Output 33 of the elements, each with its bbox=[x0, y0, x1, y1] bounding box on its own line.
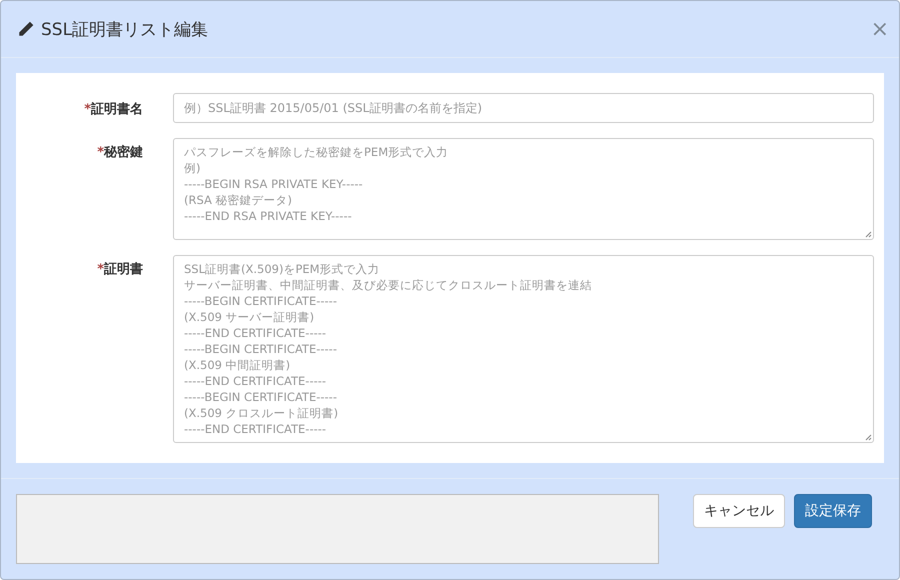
placeholder-text: -----END CERTIFICATE----- bbox=[184, 373, 326, 389]
cancel-button[interactable]: キャンセル bbox=[693, 494, 785, 528]
placeholder-text: SSL証明書(X.509)をPEM形式で入力 bbox=[184, 261, 380, 277]
placeholder-text: (X.509 サーバー証明書) bbox=[184, 309, 314, 325]
log-field[interactable] bbox=[16, 494, 659, 564]
placeholder-text: (X.509 中間証明書) bbox=[184, 357, 290, 373]
pencil-icon bbox=[17, 20, 35, 38]
field-label: 証明書 bbox=[104, 262, 143, 277]
dialog-title: SSL証明書リスト編集 bbox=[41, 18, 210, 40]
field-label: 証明書名 bbox=[91, 102, 143, 117]
save-button[interactable]: 設定保存 bbox=[794, 494, 872, 528]
placeholder-text: -----END CERTIFICATE----- bbox=[184, 325, 326, 341]
required-mark: * bbox=[84, 102, 91, 117]
placeholder-text: (X.509 クロスルート証明書) bbox=[184, 405, 338, 421]
placeholder-text: -----END CERTIFICATE----- bbox=[184, 421, 326, 437]
placeholder-text: 例) bbox=[184, 160, 200, 176]
placeholder-text: サーバー証明書、中間証明書、及び必要に応じてクロスルート証明書を連結 bbox=[184, 277, 592, 293]
resize-grip-icon[interactable] bbox=[865, 231, 872, 238]
placeholder-text: パスフレーズを解除した秘密鍵をPEM形式で入力 bbox=[184, 144, 448, 160]
field-label: 秘密鍵 bbox=[104, 145, 143, 160]
required-mark: * bbox=[97, 262, 104, 277]
close-button[interactable]: × bbox=[870, 16, 889, 42]
placeholder-text: -----END RSA PRIVATE KEY----- bbox=[184, 208, 352, 224]
text-area[interactable]: パスフレーズを解除した秘密鍵をPEM形式で入力 例) -----BEGIN RSA PRIVATE KEY----- (RSA 秘密鍵データ) -----END RSA PRIVATE KEY----- bbox=[173, 138, 874, 240]
placeholder-text: (RSA 秘密鍵データ) bbox=[184, 192, 292, 208]
placeholder-text: -----BEGIN RSA PRIVATE KEY----- bbox=[184, 176, 363, 192]
placeholder-text: -----BEGIN CERTIFICATE----- bbox=[184, 293, 337, 309]
resize-grip-icon[interactable] bbox=[865, 434, 872, 441]
placeholder-text: -----BEGIN CERTIFICATE----- bbox=[184, 389, 337, 405]
required-mark: * bbox=[97, 145, 104, 160]
input-field[interactable]: 例）SSL証明書 2015/05/01 (SSL証明書の名前を指定) bbox=[173, 93, 874, 123]
text-area[interactable] bbox=[173, 255, 874, 443]
placeholder-text: -----BEGIN CERTIFICATE----- bbox=[184, 341, 337, 357]
